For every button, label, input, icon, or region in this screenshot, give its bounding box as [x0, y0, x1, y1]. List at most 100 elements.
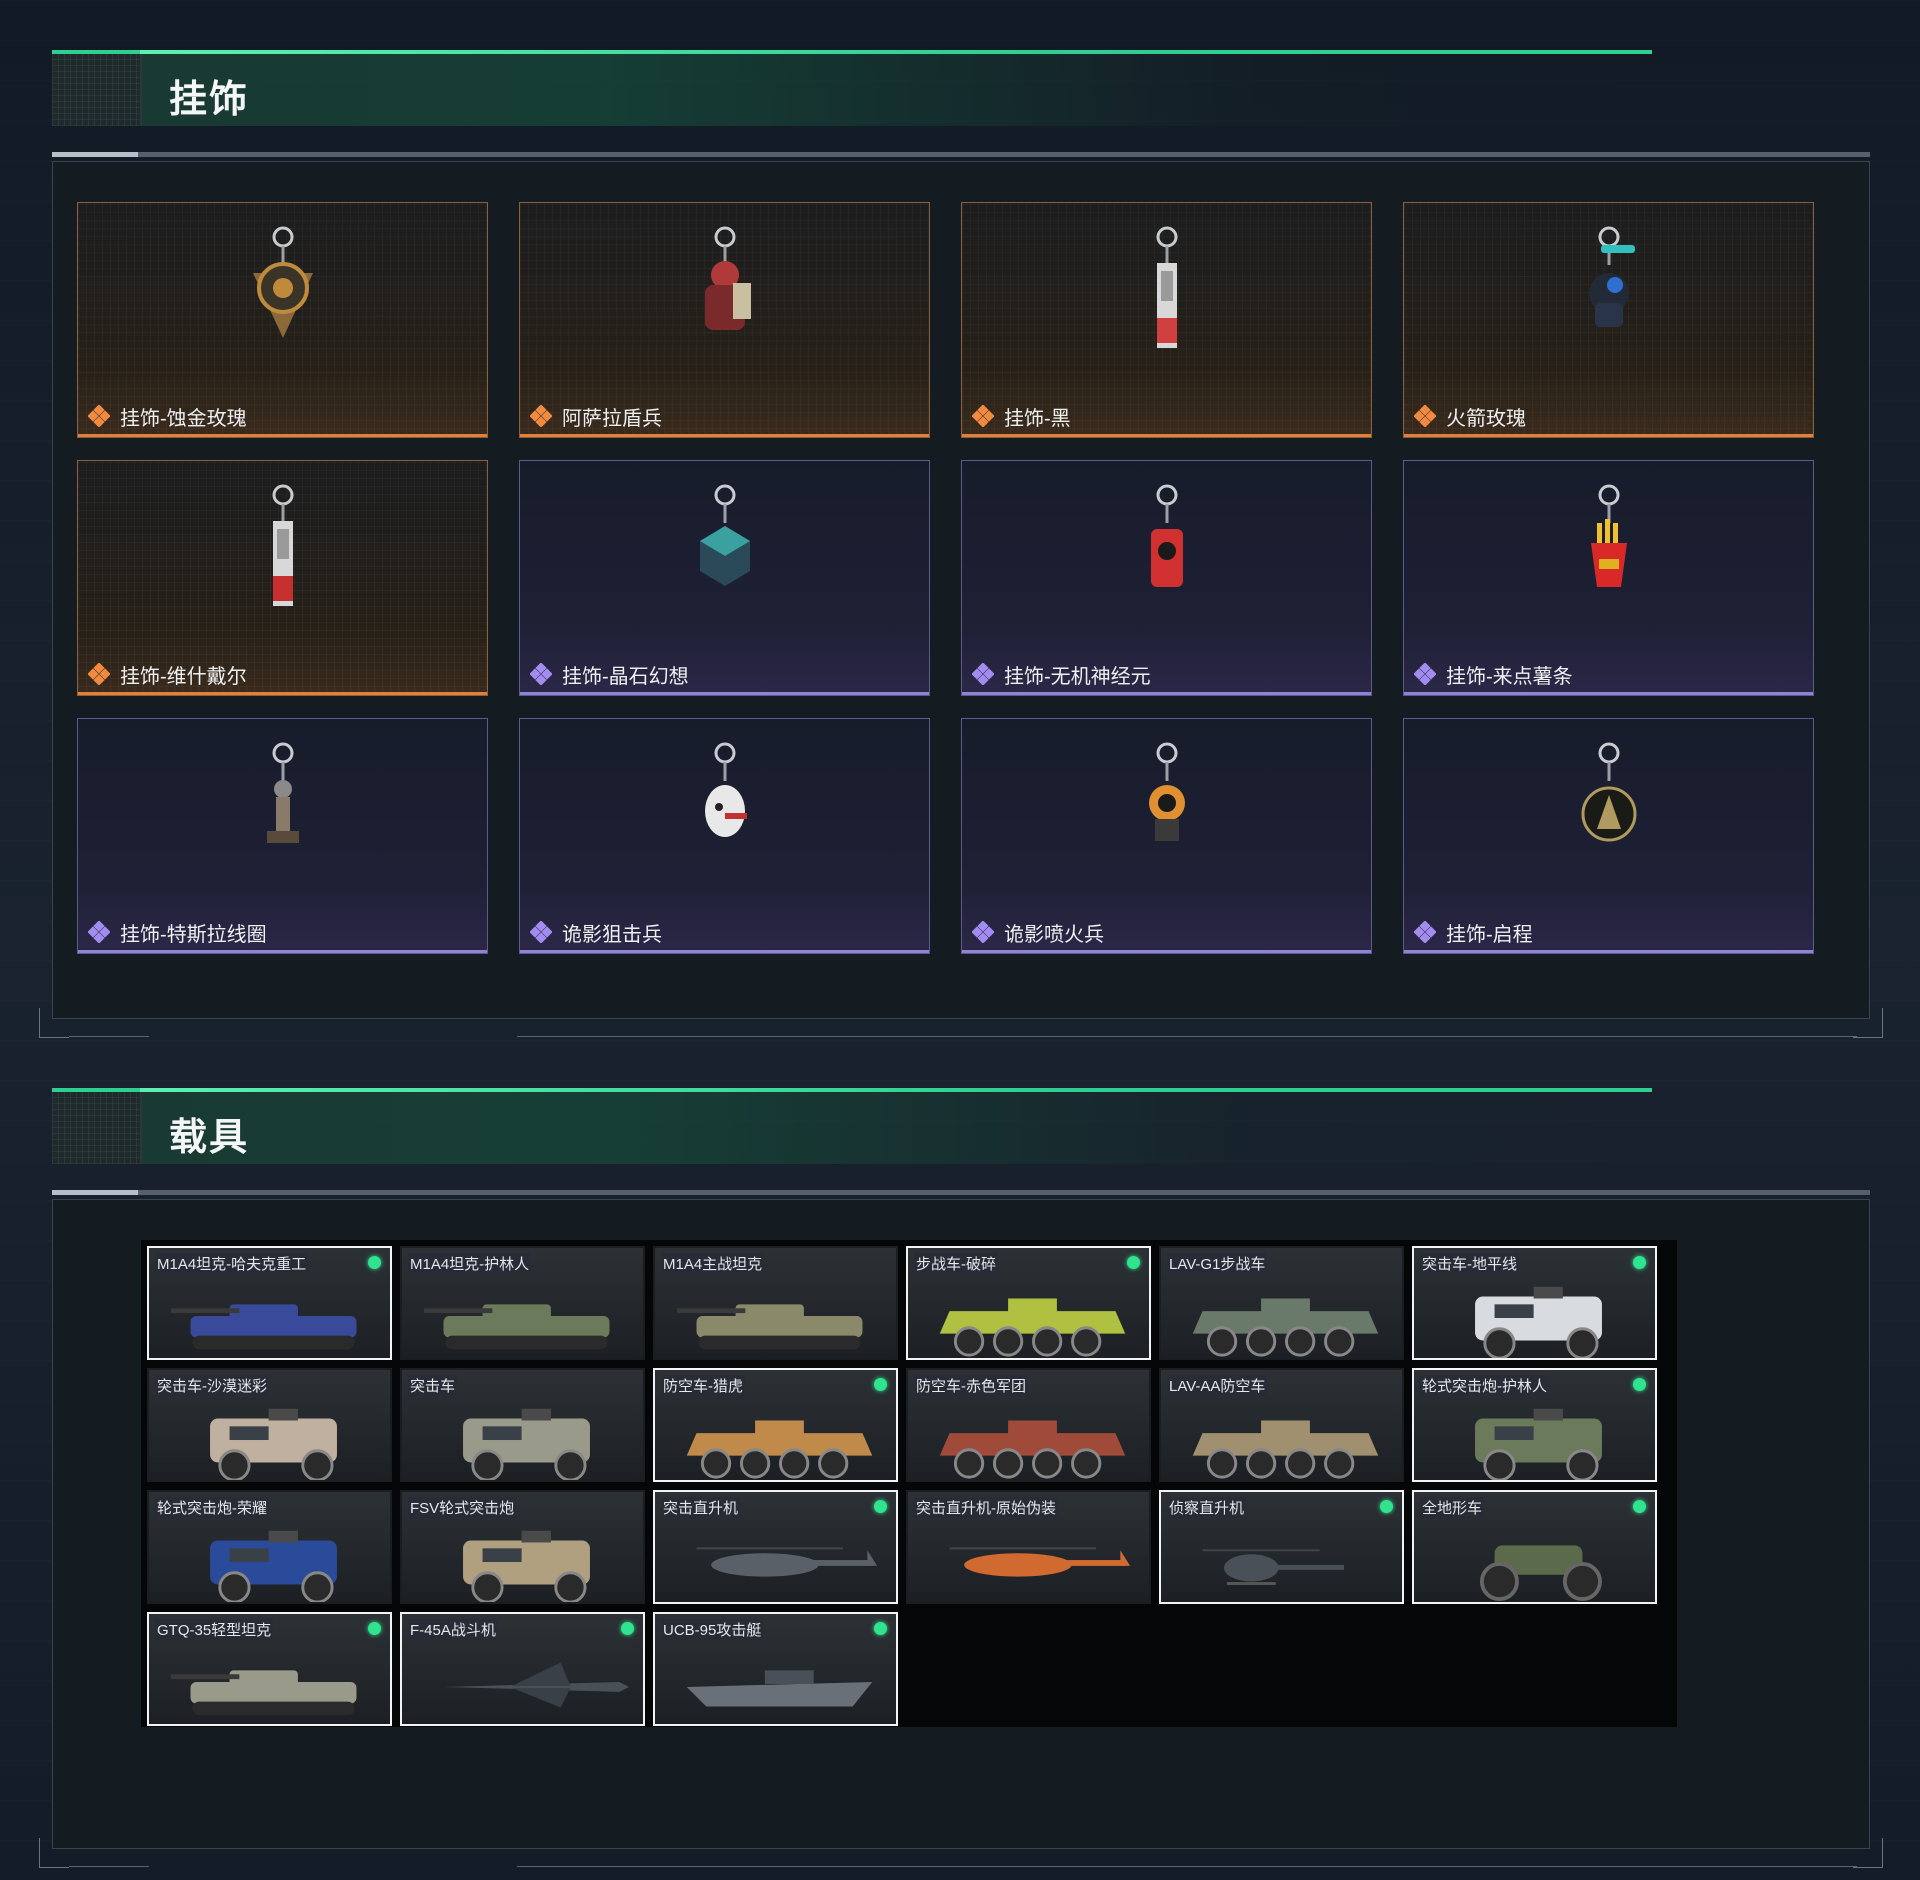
vehicle-card[interactable]: LAV-G1步战车: [1159, 1246, 1404, 1360]
rose-medallion-charm-icon: [252, 226, 313, 338]
vehicle-card[interactable]: M1A4主战坦克: [653, 1246, 898, 1360]
vehicle-card[interactable]: F-45A战斗机: [400, 1612, 645, 1726]
tank-vehicle-icon: [424, 1304, 610, 1350]
vehicle-card[interactable]: 突击车: [400, 1368, 645, 1482]
vehicle-card[interactable]: FSV轮式突击炮: [400, 1490, 645, 1604]
tank-vehicle-icon: [171, 1670, 357, 1716]
vehicle-card[interactable]: 突击车-沙漠迷彩: [147, 1368, 392, 1482]
owned-indicator-icon: [1127, 1256, 1140, 1269]
charm-card[interactable]: 火箭玫瑰: [1403, 202, 1814, 438]
vehicle-card[interactable]: 步战车-破碎: [906, 1246, 1151, 1360]
atv-vehicle-icon: [1479, 1545, 1602, 1602]
rarity-diamond-icon: [530, 663, 552, 685]
vehicle-label: 轮式突击炮-荣耀: [155, 1497, 269, 1518]
owned-indicator-icon: [621, 1622, 634, 1635]
vehicle-card[interactable]: 突击直升机: [653, 1490, 898, 1604]
charm-card[interactable]: 挂饰-维什戴尔: [77, 460, 488, 696]
tesla-coil-charm-icon: [266, 742, 299, 843]
rarity-diamond-icon: [530, 921, 552, 943]
owned-indicator-icon: [1633, 1256, 1646, 1269]
ifv-vehicle-icon: [939, 1420, 1126, 1479]
tank-vehicle-icon: [677, 1304, 863, 1350]
charm-grid: 挂饰-蚀金玫瑰 阿萨拉盾兵 挂饰-黑 火箭玫瑰 挂饰-维什戴尔 挂饰-晶石幻想 …: [77, 202, 1814, 954]
crystal-cube-charm-icon: [699, 484, 750, 586]
armored-car-vehicle-icon: [1475, 1408, 1602, 1480]
charm-card[interactable]: 挂饰-无机神经元: [961, 460, 1372, 696]
vehicle-card[interactable]: UCB-95攻击艇: [653, 1612, 898, 1726]
vehicle-label: LAV-AA防空车: [1167, 1375, 1268, 1396]
charm-label: 挂饰-蚀金玫瑰: [120, 408, 247, 430]
vehicles-panel: M1A4坦克-哈夫克重工 M1A4坦克-护林人 M1A4主战坦克 步战车-破碎 LAV-…: [39, 1199, 1883, 1868]
owned-indicator-icon: [1380, 1500, 1393, 1513]
vehicle-card[interactable]: GTQ-35轻型坦克: [147, 1612, 392, 1726]
ifv-vehicle-icon: [686, 1420, 873, 1479]
vehicle-card[interactable]: 突击车-地平线: [1412, 1246, 1657, 1360]
vehicle-label: 防空车-猎虎: [661, 1375, 745, 1396]
charm-card[interactable]: 挂饰-晶石幻想: [519, 460, 930, 696]
tag-charm-icon: [1156, 226, 1177, 348]
boat-vehicle-icon: [686, 1670, 873, 1707]
owned-indicator-icon: [368, 1622, 381, 1635]
vehicle-card[interactable]: M1A4坦克-护林人: [400, 1246, 645, 1360]
tank-vehicle-icon: [171, 1304, 357, 1350]
rarity-diamond-icon: [88, 405, 110, 427]
owned-indicator-icon: [368, 1256, 381, 1269]
shield-soldier-charm-icon: [704, 226, 751, 330]
vehicle-label: M1A4主战坦克: [661, 1253, 765, 1274]
vehicle-label: 轮式突击炮-护林人: [1420, 1375, 1549, 1396]
charm-label: 挂饰-无机神经元: [1004, 666, 1151, 688]
vehicle-card[interactable]: 轮式突击炮-荣耀: [147, 1490, 392, 1604]
charm-card[interactable]: 挂饰-来点薯条: [1403, 460, 1814, 696]
vehicle-card[interactable]: 轮式突击炮-护林人: [1412, 1368, 1657, 1482]
vehicle-card[interactable]: 全地形车: [1412, 1490, 1657, 1604]
vehicle-card[interactable]: 防空车-赤色军团: [906, 1368, 1151, 1482]
vehicle-card[interactable]: 侦察直升机: [1159, 1490, 1404, 1604]
vehicles-divider: [52, 1190, 1870, 1195]
rarity-diamond-icon: [88, 663, 110, 685]
armored-car-vehicle-icon: [463, 1408, 590, 1480]
armored-car-vehicle-icon: [210, 1408, 337, 1480]
vehicle-label: 突击车-地平线: [1420, 1253, 1519, 1274]
vehicle-card[interactable]: 防空车-猎虎: [653, 1368, 898, 1482]
owned-indicator-icon: [1633, 1378, 1646, 1391]
charm-card[interactable]: 诡影狙击兵: [519, 718, 930, 954]
charms-header: 挂饰: [52, 50, 1652, 126]
vehicle-label: M1A4坦克-哈夫克重工: [155, 1253, 309, 1274]
jet-vehicle-icon: [443, 1662, 629, 1708]
owned-indicator-icon: [1633, 1500, 1646, 1513]
vehicle-label: LAV-G1步战车: [1167, 1253, 1268, 1274]
armored-car-vehicle-icon: [1475, 1286, 1602, 1358]
charm-card[interactable]: 阿萨拉盾兵: [519, 202, 930, 438]
charm-label: 火箭玫瑰: [1446, 408, 1526, 430]
owned-indicator-icon: [874, 1378, 887, 1391]
vehicles-title: 载具: [169, 1117, 250, 1159]
vehicle-label: 突击车-沙漠迷彩: [155, 1375, 269, 1396]
vehicle-card[interactable]: LAV-AA防空车: [1159, 1368, 1404, 1482]
rarity-diamond-icon: [972, 663, 994, 685]
charm-label: 阿萨拉盾兵: [562, 408, 662, 430]
charms-section: 挂饰 挂饰-蚀金玫瑰 阿萨拉盾兵 挂饰-黑 火箭玫瑰 挂饰-维什戴尔 挂饰-晶石…: [39, 50, 1883, 1038]
vehicle-label: 突击车: [408, 1375, 458, 1396]
charm-card[interactable]: 挂饰-启程: [1403, 718, 1814, 954]
charm-label: 挂饰-黑: [1004, 408, 1071, 430]
charm-label: 诡影狙击兵: [562, 924, 662, 946]
rarity-diamond-icon: [972, 921, 994, 943]
charm-card[interactable]: 诡影喷火兵: [961, 718, 1372, 954]
vehicle-card[interactable]: 突击直升机-原始伪装: [906, 1490, 1151, 1604]
vehicle-label: 突击直升机-原始伪装: [914, 1497, 1058, 1518]
charm-label: 挂饰-特斯拉线圈: [120, 924, 267, 946]
rarity-diamond-icon: [1414, 405, 1436, 427]
vehicle-card[interactable]: M1A4坦克-哈夫克重工: [147, 1246, 392, 1360]
charms-title: 挂饰: [169, 79, 250, 121]
charm-card[interactable]: 挂饰-蚀金玫瑰: [77, 202, 488, 438]
vehicle-label: 侦察直升机: [1167, 1497, 1247, 1518]
owned-indicator-icon: [874, 1622, 887, 1635]
charms-divider: [52, 152, 1870, 157]
vehicle-label: UCB-95攻击艇: [661, 1619, 764, 1640]
charm-card[interactable]: 挂饰-特斯拉线圈: [77, 718, 488, 954]
ghost-flamer-charm-icon: [1148, 742, 1185, 841]
charm-card[interactable]: 挂饰-黑: [961, 202, 1372, 438]
charm-label: 挂饰-维什戴尔: [120, 666, 247, 688]
vehicles-header: 载具: [52, 1088, 1652, 1164]
armored-car-vehicle-icon: [463, 1530, 590, 1602]
